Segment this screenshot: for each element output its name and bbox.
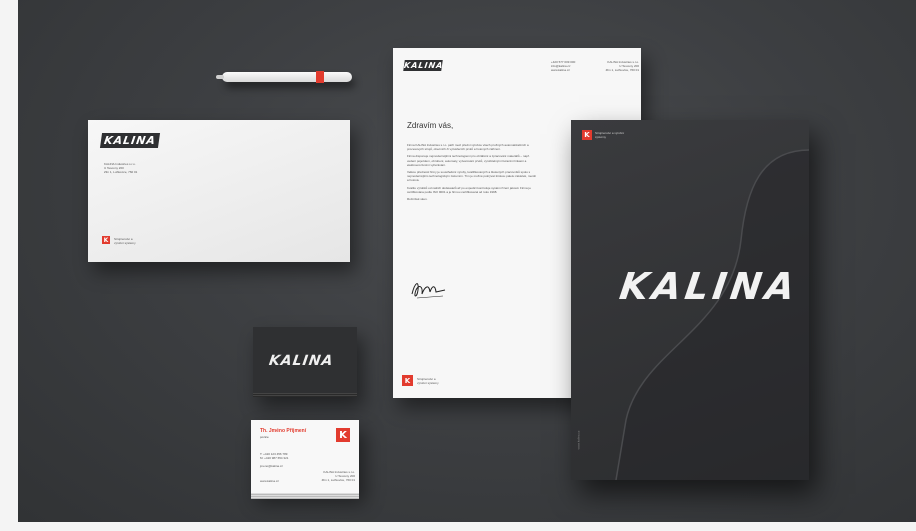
pen-clip-logo-icon (316, 71, 324, 83)
card-phones: T: +420 123 456 789 M: +420 987 654 321 (260, 452, 300, 460)
letter-paragraph: Firma disponuje nejmodernějšími technolo… (407, 154, 530, 167)
folder-spine-text: www.kalina.cz (576, 430, 581, 450)
letter-paragraph: Firma KALINA Industries s.r.o. patří mez… (407, 143, 529, 152)
letter-footer-line: výrobní sýstémy (417, 381, 439, 386)
letter-address: KALINA Industries s.r.o. U Tesovny 200 Z… (593, 60, 639, 73)
letter-paragraph: Ročníček sken. (407, 197, 428, 202)
folder-tagline-line: sýstémy (595, 135, 607, 139)
folder-tagline: Strojírenství a výrobní sýstémy (595, 131, 639, 139)
envelope-footer-line: výrobní sýstémy (114, 241, 136, 246)
image-border-left (0, 0, 18, 531)
pen (216, 71, 352, 83)
envelope-sender-address: KALINA Industries s.r.o. U Tesovny 200 Z… (104, 162, 174, 175)
card-mark-icon: K (336, 428, 350, 442)
folder-mark-icon: K (582, 130, 592, 140)
letter-contact: +420 577 009 000 info@kalina.cz www.kali… (551, 60, 597, 73)
envelope: KALINA KALINA Industries s.r.o. U Tesovn… (88, 120, 350, 262)
letter-paragraph: Kvalitu výrobků od našich dodavatelů až … (407, 185, 531, 194)
letter-paragraph: Velkou předností firmy je soustředění vý… (407, 170, 536, 183)
business-card-logo: KALINA (267, 353, 335, 369)
card-company-line: Zlín 1, Lužkovice, 760 01 (321, 478, 355, 483)
card-phone: M: +420 987 654 321 (260, 456, 289, 461)
letter-contact-line: www.kalina.cz (551, 68, 570, 73)
envelope-logo: KALINA (99, 133, 161, 148)
signature-icon (411, 283, 446, 299)
letter-greeting: Zdravím vás, (407, 121, 454, 130)
letter-address-line: Zlín 1, Lužkovice, 760 01 (605, 68, 639, 73)
card-stack-edge (251, 493, 359, 499)
stationery-mockup-scene: KALINA KALINA Industries s.r.o. U Tesovn… (0, 0, 916, 531)
card-email: jmeno@kalina.cz (260, 464, 283, 468)
letter-body: Firma KALINA Industries s.r.o. patří mez… (407, 143, 537, 204)
card-website: www.kalina.cz (260, 479, 279, 483)
card-stack-edge (253, 393, 357, 397)
card-role: pozice (260, 435, 269, 439)
image-border-bottom (0, 522, 916, 531)
envelope-sender-line: Zlín 1, Lužkovice, 760 01 (104, 170, 138, 175)
card-name: Th. Jméno Příjmení (260, 428, 307, 434)
folder-title: KALINA (616, 265, 802, 308)
business-card-back: Th. Jméno Příjmení pozice K T: +420 123 … (251, 420, 359, 499)
card-company: KALINA Industries s.r.o. U Tesovny 200 Z… (313, 470, 355, 483)
letter-footer: Strojírenství a výrobní sýstémy (417, 377, 457, 385)
letter-logo: KALINA (403, 60, 444, 71)
envelope-mark-icon: K (102, 236, 110, 244)
pen-tip (216, 75, 224, 79)
letter-mark-icon: K (402, 375, 413, 386)
envelope-footer: Strojírenství a výrobní sýstémy (114, 237, 144, 245)
presentation-folder: K Strojírenství a výrobní sýstémy KALINA… (571, 120, 809, 480)
business-card-front: KALINA (253, 327, 357, 397)
